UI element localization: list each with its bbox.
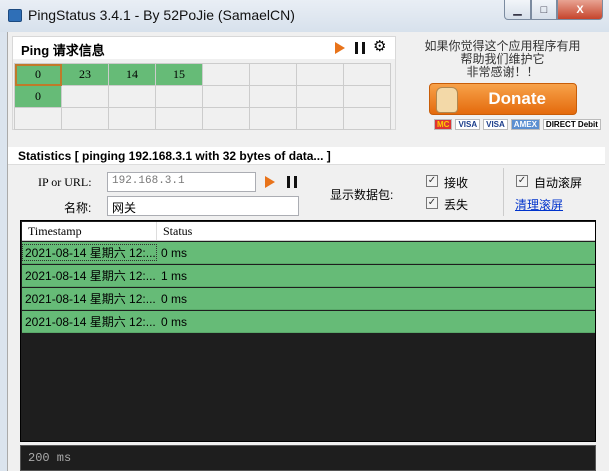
- table-header: Timestamp Status: [22, 222, 595, 241]
- latency-graph: 200 ms: [20, 445, 596, 471]
- show-packets-label: 显示数据包:: [330, 188, 394, 202]
- minimize-button[interactable]: ▁: [504, 0, 531, 20]
- ping-cell[interactable]: 0: [15, 86, 62, 108]
- direct-debit-icon: DIRECT Debit: [542, 119, 601, 130]
- lost-label: 丢失: [444, 198, 469, 212]
- ping-cell[interactable]: [203, 64, 250, 86]
- statistics-header: Statistics [ pinging 192.168.3.1 with 32…: [8, 147, 605, 165]
- ping-cell[interactable]: [297, 64, 344, 86]
- donate-message: 如果你觉得这个应用程序有用 帮助我们维护它 非常感谢！！: [400, 40, 605, 79]
- status-cell: 0 ms: [161, 314, 188, 329]
- ping-grid: 0 23 14 15 0: [14, 63, 391, 130]
- ping-cell[interactable]: [297, 86, 344, 108]
- ping-panel: Ping 请求信息 ⚙ 0 23 14 15 0: [12, 36, 396, 130]
- gear-icon[interactable]: ⚙: [373, 38, 386, 56]
- ping-cell[interactable]: [62, 86, 109, 108]
- ping-cell[interactable]: [156, 108, 203, 130]
- ping-cell[interactable]: [203, 86, 250, 108]
- status-cell: 0 ms: [161, 291, 188, 306]
- name-input[interactable]: 网关: [107, 196, 299, 216]
- table-row[interactable]: 2021-08-14 星期六 12:... 0 ms: [22, 311, 595, 333]
- play-icon[interactable]: [335, 42, 345, 54]
- ping-cell[interactable]: 23: [62, 64, 109, 86]
- ping-cell[interactable]: [156, 86, 203, 108]
- donate-panel: 如果你觉得这个应用程序有用 帮助我们维护它 非常感谢！！ Donate MC V…: [400, 36, 605, 130]
- visa-icon: VISA: [455, 119, 481, 130]
- ping-cell[interactable]: 14: [109, 64, 156, 86]
- timestamp-cell: 2021-08-14 星期六 12:...: [22, 244, 157, 261]
- ping-cell[interactable]: [62, 108, 109, 130]
- status-cell: 0 ms: [161, 245, 188, 260]
- ping-cell[interactable]: [344, 86, 391, 108]
- close-button[interactable]: X: [557, 0, 603, 20]
- column-header-status[interactable]: Status: [157, 222, 198, 240]
- ping-cell[interactable]: [297, 108, 344, 130]
- ping-cell[interactable]: [109, 108, 156, 130]
- ping-log-table: Timestamp Status 2021-08-14 星期六 12:... 0 …: [20, 220, 596, 442]
- receive-checkbox[interactable]: ✓: [426, 175, 438, 187]
- table-row[interactable]: 2021-08-14 星期六 12:... 1 ms: [22, 265, 595, 287]
- ping-cell[interactable]: [203, 108, 250, 130]
- statistics-title: Statistics [ pinging 192.168.3.1 with 32…: [18, 149, 331, 163]
- column-header-timestamp[interactable]: Timestamp: [22, 222, 157, 240]
- timestamp-cell: 2021-08-14 星期六 12:...: [25, 269, 156, 283]
- amex-icon: AMEX: [510, 119, 540, 130]
- ping-cell[interactable]: [344, 64, 391, 86]
- title-bar: PingStatus 3.4.1 - By 52PoJie (SamaelCN)…: [0, 0, 609, 32]
- divider: [503, 168, 504, 216]
- payment-cards: MC VISA VISA AMEX DIRECT Debit: [434, 119, 601, 130]
- ping-cell[interactable]: 0: [15, 64, 62, 86]
- donate-button[interactable]: Donate: [429, 83, 577, 115]
- thumbs-up-icon: [436, 87, 458, 113]
- ping-cell[interactable]: 15: [156, 64, 203, 86]
- lost-checkbox[interactable]: ✓: [426, 197, 438, 209]
- maximize-button[interactable]: □: [531, 0, 557, 20]
- autoscroll-label: 自动滚屏: [534, 176, 583, 190]
- table-row[interactable]: 2021-08-14 星期六 12:... 0 ms: [22, 288, 595, 310]
- ping-cell[interactable]: [344, 108, 391, 130]
- autoscroll-checkbox[interactable]: ✓: [516, 175, 528, 187]
- donate-line: 非常感谢！！: [466, 65, 539, 79]
- donate-label: Donate: [488, 89, 546, 108]
- pause-icon[interactable]: [355, 42, 365, 54]
- visa-icon: VISA: [483, 119, 508, 130]
- status-cell: 1 ms: [161, 268, 188, 283]
- ip-input[interactable]: 192.168.3.1: [107, 172, 256, 192]
- mastercard-icon: MC: [434, 119, 453, 130]
- table-row[interactable]: 2021-08-14 星期六 12:... 0 ms: [22, 242, 595, 264]
- timestamp-cell: 2021-08-14 星期六 12:...: [25, 315, 156, 329]
- ping-cell[interactable]: [15, 108, 62, 130]
- ping-cell[interactable]: [109, 86, 156, 108]
- ping-title: Ping 请求信息: [21, 43, 105, 58]
- receive-label: 接收: [444, 176, 469, 190]
- ping-header: Ping 请求信息 ⚙: [13, 37, 395, 59]
- timestamp-cell: 2021-08-14 星期六 12:...: [25, 292, 156, 306]
- pause-ping-icon[interactable]: [287, 176, 297, 188]
- clear-scroll-link[interactable]: 清理滚屏: [515, 196, 563, 213]
- ip-label: IP or URL:: [38, 175, 92, 189]
- ping-cell[interactable]: [250, 108, 297, 130]
- ping-cell[interactable]: [250, 86, 297, 108]
- scale-label: 200 ms: [28, 451, 72, 465]
- window-title: PingStatus 3.4.1 - By 52PoJie (SamaelCN): [28, 7, 295, 23]
- start-ping-icon[interactable]: [265, 176, 275, 188]
- name-label: 名称:: [64, 201, 92, 215]
- app-icon: [8, 9, 22, 22]
- ping-cell[interactable]: [250, 64, 297, 86]
